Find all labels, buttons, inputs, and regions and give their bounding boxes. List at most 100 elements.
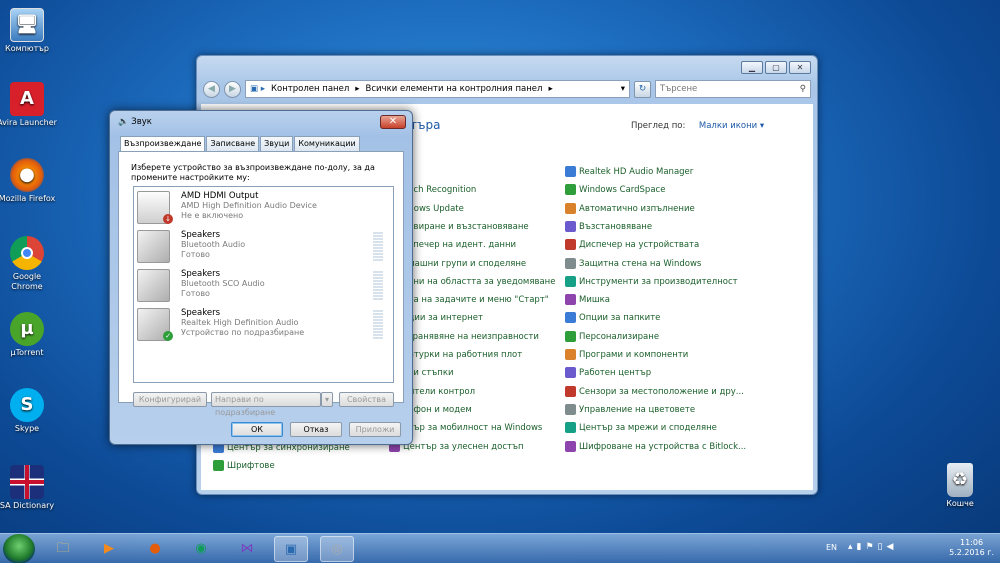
control-panel-item[interactable]: Програми и компоненти [565,348,688,362]
desktop-icon-chrome[interactable]: Google Chrome [0,236,57,292]
tab-sounds[interactable]: Звуци [260,136,294,151]
cancel-button[interactable]: Отказ [290,422,342,437]
desktop-icon-recycle-bin[interactable]: ♻ Кошче [930,463,990,509]
desktop-icon-sa-dictionary[interactable]: SA Dictionary [0,465,57,511]
control-panel-item-label: дители контрол [403,386,476,397]
control-panel-item-icon [565,184,576,196]
control-panel-item-label: омашни групи и споделяне [403,258,527,269]
refresh-button[interactable]: ↻ [634,80,651,98]
chrome-icon [10,236,44,270]
control-panel-item-label: Windows CardSpace [579,185,666,196]
control-panel-item-label: Персонализиране [579,331,660,342]
tab-communications[interactable]: Комуникации [294,136,360,151]
control-panel-item-label: Център за улеснен достъп [403,441,524,452]
control-panel-item[interactable]: Опции за папките [565,311,660,325]
forward-button[interactable]: ▶ [224,80,241,98]
device-item[interactable]: ✓ Speakers Realtek High Definition Audio… [137,307,387,344]
device-item[interactable]: Speakers Bluetooth Audio Готово [137,229,387,266]
taskbar-visual-studio-icon[interactable]: ⋈ [230,536,264,562]
recycle-bin-icon: ♻ [947,463,973,497]
control-panel-item[interactable]: Защитна стена на Windows [565,257,701,271]
control-panel-item[interactable]: Шрифтове [213,459,275,473]
control-panel-item[interactable]: Автоматично изпълнение [565,202,695,216]
search-icon: ⚲ [799,84,806,94]
device-desc: Realtek High Definition Audio [181,318,299,327]
control-panel-item[interactable]: кони на областта за уведомяване [389,275,555,289]
minimize-button[interactable]: ▁ [741,61,763,74]
device-desc: AMD High Definition Audio Device [181,201,317,210]
control-panel-item[interactable]: Персонализиране [565,330,659,344]
ok-button[interactable]: ОК [231,422,283,437]
control-panel-item[interactable]: Realtek HD Audio Manager [565,165,693,179]
dialog-tabs: Възпроизвеждане Записване Звуци Комуника… [120,136,360,151]
control-panel-item[interactable]: Център за мрежи и споделяне [565,421,717,435]
control-panel-item[interactable]: Работен център [565,366,651,380]
desktop-icon-skype[interactable]: S Skype [0,388,57,434]
control-panel-item-icon [565,166,576,177]
control-panel-item[interactable]: Възстановяване [565,220,652,234]
control-panel-item-label: Диспечер на устройствата [579,240,700,251]
dialog-close-button[interactable]: ✕ [380,115,406,129]
breadcrumb-item[interactable]: Контролен панел [271,84,349,94]
desktop-icon-computer[interactable]: 🖥 Компютър [0,8,57,54]
view-by-dropdown[interactable]: Малки икони [699,121,757,131]
back-button[interactable]: ◀ [203,80,220,98]
taskbar-firefox-icon[interactable]: ● [138,536,172,562]
device-name: Speakers [181,230,221,240]
taskbar-explorer-icon[interactable]: 🗀 [46,536,80,562]
properties-button[interactable]: Свойства [339,392,394,407]
page-title: търа [410,118,441,132]
taskbar-chrome-icon[interactable]: ◉ [184,536,218,562]
control-panel-icon: ▣ ▸ [250,84,265,94]
search-input[interactable]: Търсене ⚲ [655,80,811,98]
desktop-icon-label: SA Dictionary [0,501,55,510]
address-bar[interactable]: ▣ ▸ Контролен панел ▸ Всички елементи на… [245,80,630,98]
set-default-button[interactable]: Направи по подразбиране [211,392,321,417]
breadcrumb-separator-icon: ▸ [548,84,553,94]
taskbar-control-panel-icon[interactable]: ▣ [274,536,308,562]
control-panel-item[interactable]: Управление на цветовете [565,403,695,417]
control-panel-item[interactable]: Инструменти за производителност [565,275,738,289]
control-panel-item[interactable]: Сензори за местоположение и дру... [565,385,744,399]
control-panel-item-icon [565,312,576,324]
control-panel-item-icon [565,367,576,379]
control-panel-item[interactable]: Мишка [565,293,610,307]
control-panel-item[interactable]: Шифроване на устройства с Bitlock... [565,440,746,454]
start-button[interactable] [3,534,35,563]
control-panel-item[interactable]: Windows CardSpace [565,183,665,197]
close-button[interactable]: ✕ [789,61,811,74]
volume-level-meter [373,310,383,340]
computer-icon: 🖥 [10,8,44,42]
desktop-icon-avira[interactable]: A Avira Launcher [0,82,57,128]
tray-icons[interactable]: ▴▮⚑▯◀ [848,542,897,552]
desktop-icon-utorrent[interactable]: µ µTorrent [0,312,57,358]
address-dropdown-icon[interactable]: ▾ [621,84,625,94]
dropdown-arrow-icon[interactable]: ▾ [760,121,764,131]
control-panel-item-label: Възстановяване [579,221,653,232]
desktop-icon-label: Avira Launcher [0,118,57,127]
language-indicator[interactable]: EN [826,543,837,552]
control-panel-item-label: испечер на идент. данни [403,240,517,251]
taskbar-sound-icon[interactable]: ◎ [320,536,354,562]
control-panel-item-icon [565,202,576,214]
device-item[interactable]: Speakers Bluetooth SCO Audio Готово [137,268,387,305]
control-panel-item[interactable]: Диспечер на устройствата [565,238,699,252]
apply-button[interactable]: Приложи [349,422,401,437]
view-by: Преглед по: Малки икони ▾ [631,121,764,131]
configure-button[interactable]: Конфигурирай [133,392,207,407]
control-panel-item-label: Опции за папките [579,313,661,324]
set-default-dropdown-icon[interactable]: ▾ [321,392,333,407]
control-panel-item-label: Мишка [579,295,610,306]
control-panel-item-label: лефон и модем [403,404,472,415]
control-panel-item-icon [565,257,576,269]
tab-playback[interactable]: Възпроизвеждане [120,136,206,151]
clock[interactable]: 11:06 5.2.2016 г. [949,538,994,558]
device-item[interactable]: ↓ AMD HDMI Output AMD High Definition Au… [137,190,387,227]
control-panel-item-icon [565,239,576,251]
maximize-button[interactable]: ▢ [765,61,787,74]
taskbar-media-player-icon[interactable]: ▶ [92,536,126,562]
desktop-icon-firefox[interactable]: ● Mozilla Firefox [0,158,57,204]
breadcrumb-item[interactable]: Всички елементи на контролния панел [366,84,543,94]
control-panel-item-label: Защитна стена на Windows [579,258,702,269]
tab-recording[interactable]: Записване [206,136,260,151]
